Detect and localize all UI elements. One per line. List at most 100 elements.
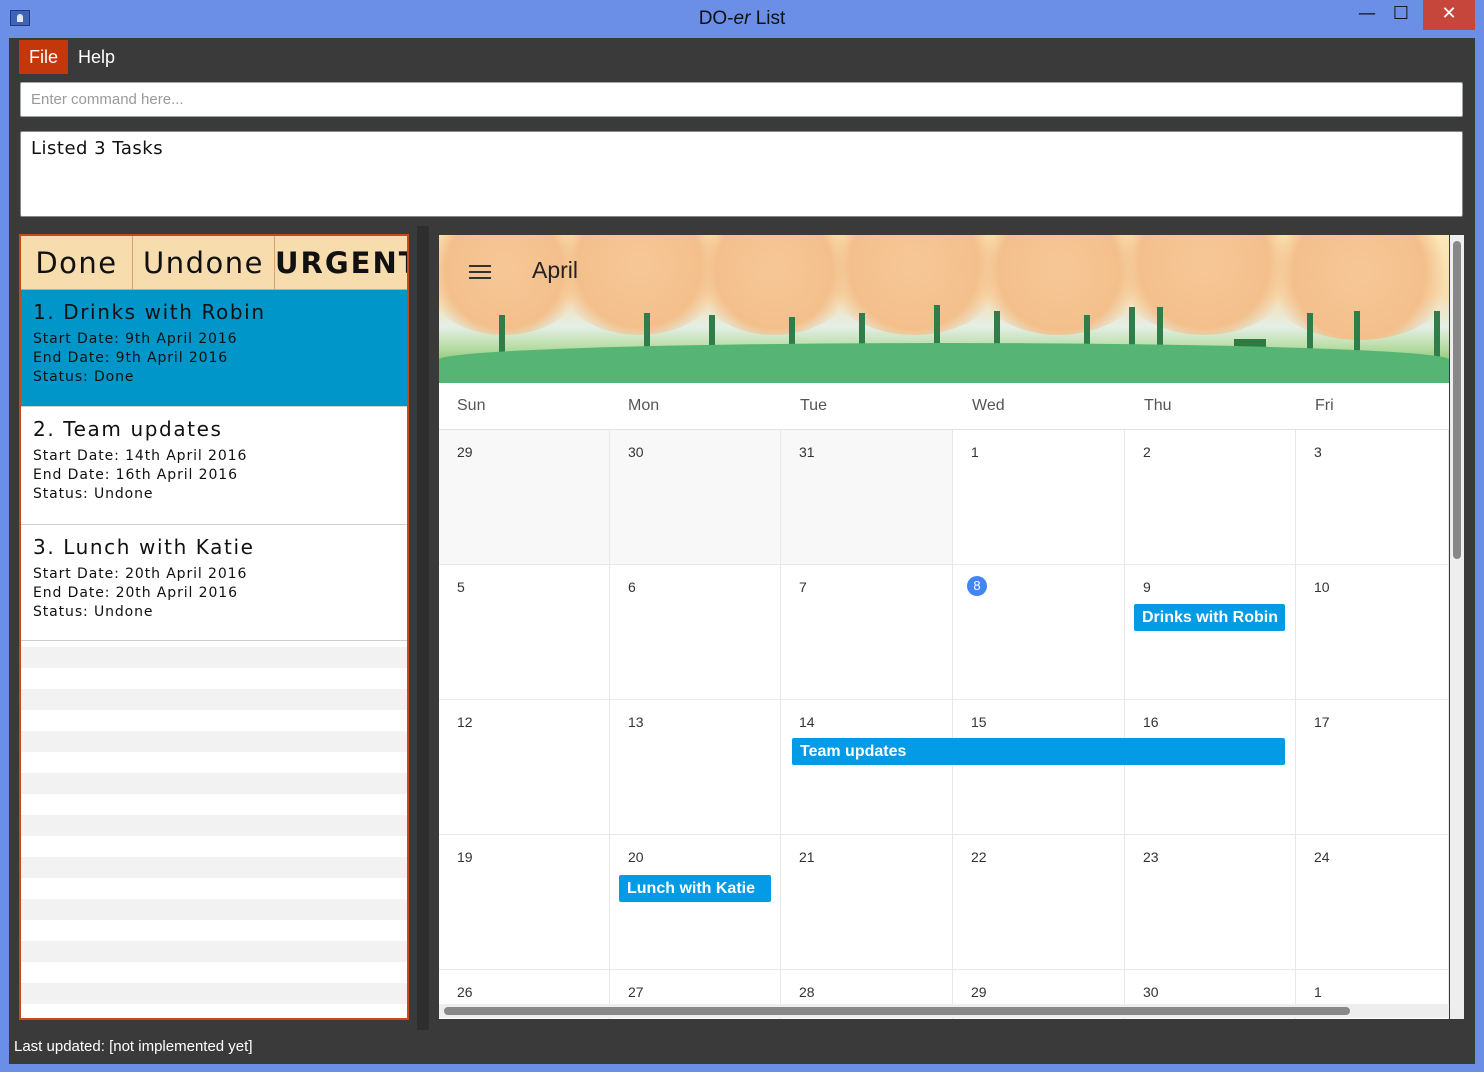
day-number: 30 — [628, 444, 644, 460]
day-number: 14 — [799, 714, 815, 730]
calendar-month-title: April — [532, 257, 579, 283]
calendar-view: April Sun Mon Tue Wed Thu Fri 29 30 31 1… — [439, 235, 1449, 1019]
day-number: 26 — [457, 984, 473, 1000]
day-cell[interactable]: 9 — [1125, 565, 1296, 700]
status-bar: Last updated: [not implemented yet] — [9, 1034, 1475, 1064]
day-number: 23 — [1143, 849, 1159, 865]
day-number: 22 — [971, 849, 987, 865]
day-number: 13 — [628, 714, 644, 730]
result-display: Listed 3 Tasks — [20, 131, 1463, 217]
day-number: 6 — [628, 579, 636, 595]
task-card[interactable]: 3. Lunch with Katie Start Date: 20th Apr… — [21, 525, 407, 641]
task-status: Status: Undone — [33, 604, 154, 620]
weekday-label: Tue — [800, 397, 827, 414]
day-number: 2 — [1143, 444, 1151, 460]
day-cell[interactable]: 10 — [1296, 565, 1449, 700]
day-cell[interactable]: 30 — [610, 430, 781, 565]
weekday-label: Thu — [1144, 397, 1172, 414]
tab-urgent[interactable]: URGENT — [275, 236, 407, 290]
day-cell[interactable]: 5 — [439, 565, 610, 700]
day-cell[interactable]: 22 — [953, 835, 1125, 970]
tab-undone[interactable]: Undone — [133, 236, 275, 290]
day-cell[interactable]: 23 — [1125, 835, 1296, 970]
day-cell[interactable]: 12 — [439, 700, 610, 835]
minimize-button[interactable]: — — [1352, 0, 1382, 30]
task-start-date: Start Date: 9th April 2016 — [33, 331, 238, 347]
task-end-date: End Date: 20th April 2016 — [33, 585, 238, 601]
split-pane-divider[interactable] — [417, 226, 429, 1030]
maximize-button[interactable]: ☐ — [1386, 0, 1416, 30]
title-bar[interactable]: DO-er List — ☐ ✕ — [0, 0, 1484, 38]
title-part: DO- — [698, 8, 734, 29]
day-number: 28 — [799, 984, 815, 1000]
calendar-event[interactable]: Team updates — [792, 738, 1285, 765]
command-input[interactable] — [20, 82, 1463, 117]
weekday-label: Sun — [457, 397, 486, 414]
calendar-banner-illustration: April — [439, 235, 1449, 383]
day-number: 10 — [1314, 579, 1330, 595]
task-status: Status: Done — [33, 369, 135, 385]
day-number: 27 — [628, 984, 644, 1000]
scrollbar-thumb[interactable] — [1453, 241, 1461, 559]
day-number: 3 — [1314, 444, 1322, 460]
day-cell[interactable]: 13 — [610, 700, 781, 835]
day-cell[interactable]: 2 — [1125, 430, 1296, 565]
day-cell[interactable]: 20 — [610, 835, 781, 970]
day-cell[interactable]: 24 — [1296, 835, 1449, 970]
day-cell[interactable]: 31 — [781, 430, 953, 565]
task-start-date: Start Date: 14th April 2016 — [33, 448, 248, 464]
day-number: 7 — [799, 579, 807, 595]
day-cell[interactable]: 21 — [781, 835, 953, 970]
task-list[interactable]: 1. Drinks with Robin Start Date: 9th Apr… — [21, 290, 407, 1018]
day-cell[interactable]: 29 — [439, 430, 610, 565]
calendar-event[interactable]: Drinks with Robin — [1134, 604, 1285, 631]
task-end-date: End Date: 9th April 2016 — [33, 350, 229, 366]
day-cell[interactable]: 3 — [1296, 430, 1449, 565]
title-part: List — [750, 8, 786, 29]
menu-file[interactable]: File — [19, 40, 69, 74]
day-cell[interactable]: 19 — [439, 835, 610, 970]
day-cell[interactable]: 14 — [781, 700, 953, 835]
weekday-header: Sun Mon Tue Wed Thu Fri — [439, 383, 1449, 430]
day-number: 21 — [799, 849, 815, 865]
today-marker: 8 — [967, 576, 987, 596]
menu-icon[interactable] — [469, 265, 491, 281]
day-number: 31 — [799, 444, 815, 460]
month-grid: 29 30 31 1 2 3 5 6 7 8 9 10 12 13 14 15 … — [439, 430, 1449, 1019]
task-end-date: End Date: 16th April 2016 — [33, 467, 238, 483]
app-window: DO-er List — ☐ ✕ File Help Listed 3 Task… — [0, 0, 1484, 1072]
title-part-italic: er — [733, 8, 751, 29]
weekday-label: Mon — [628, 397, 660, 414]
day-number: 1 — [971, 444, 979, 460]
scrollbar-thumb[interactable] — [444, 1007, 1350, 1015]
day-number: 16 — [1143, 714, 1159, 730]
calendar-event[interactable]: Lunch with Katie — [619, 875, 771, 902]
day-cell[interactable]: 17 — [1296, 700, 1449, 835]
task-start-date: Start Date: 20th April 2016 — [33, 566, 248, 582]
day-cell[interactable]: 15 — [953, 700, 1125, 835]
day-number: 29 — [457, 444, 473, 460]
task-card[interactable]: 2. Team updates Start Date: 14th April 2… — [21, 407, 407, 525]
calendar-horizontal-scrollbar[interactable] — [439, 1004, 1449, 1018]
task-list-panel: Done Undone URGENT 1. Drinks with Robin … — [19, 234, 409, 1020]
tab-done[interactable]: Done — [21, 236, 133, 290]
day-cell[interactable]: 16 — [1125, 700, 1296, 835]
client-area: File Help Listed 3 Tasks Done Undone URG… — [9, 38, 1475, 1064]
close-button[interactable]: ✕ — [1423, 0, 1475, 30]
task-name: 2. Team updates — [33, 417, 223, 441]
day-cell[interactable]: 7 — [781, 565, 953, 700]
task-card[interactable]: 1. Drinks with Robin Start Date: 9th Apr… — [21, 290, 407, 407]
menu-help[interactable]: Help — [68, 40, 125, 74]
day-number: 30 — [1143, 984, 1159, 1000]
calendar-vertical-scrollbar[interactable] — [1450, 235, 1464, 1019]
day-number: 1 — [1314, 984, 1322, 1000]
day-number: 29 — [971, 984, 987, 1000]
day-number: 20 — [628, 849, 644, 865]
day-number: 24 — [1314, 849, 1330, 865]
day-cell-today[interactable]: 8 — [953, 565, 1125, 700]
day-number: 15 — [971, 714, 987, 730]
menu-bar: File Help — [9, 38, 1475, 76]
day-cell[interactable]: 1 — [953, 430, 1125, 565]
filter-tabs: Done Undone URGENT — [21, 236, 407, 290]
day-cell[interactable]: 6 — [610, 565, 781, 700]
